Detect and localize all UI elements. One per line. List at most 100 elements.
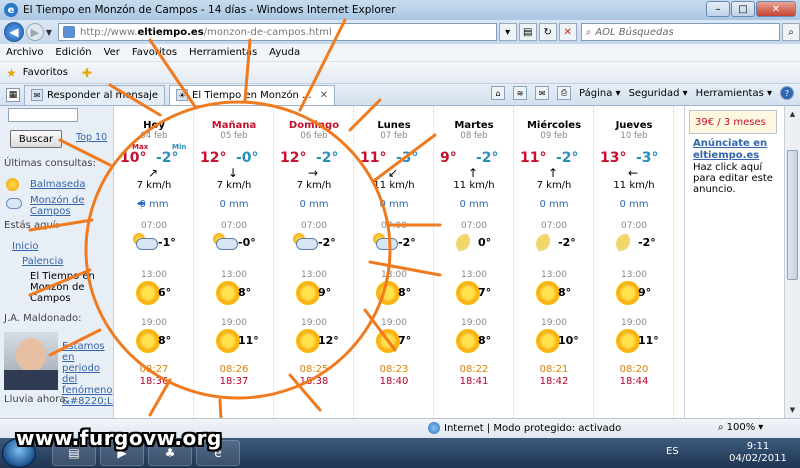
day-name[interactable]: Miércoles: [514, 120, 594, 131]
cloud-icon: [6, 198, 22, 209]
day-name[interactable]: Jueves: [594, 120, 674, 131]
rain-heading: Lluvia ahora:: [4, 394, 69, 405]
recent-monzon[interactable]: Monzón de Campos: [30, 195, 90, 217]
top10-link[interactable]: Top 10: [76, 132, 107, 143]
stop-icon[interactable]: ✕: [558, 23, 577, 41]
sunset-time: 18:38: [299, 376, 329, 387]
menu-archivo[interactable]: Archivo: [6, 47, 43, 58]
search-input[interactable]: ⌕ AOL Búsquedas: [580, 23, 781, 41]
menu-favoritos[interactable]: Favoritos: [132, 47, 177, 58]
clock[interactable]: 9:11 04/02/2011: [728, 441, 788, 465]
compat-view-icon[interactable]: ▤: [518, 23, 537, 41]
sunset-time: 18:44: [619, 376, 649, 387]
security-zone[interactable]: Internet | Modo protegido: activado: [428, 422, 621, 434]
sun-icon: [458, 283, 478, 303]
temp-midday: 9°: [318, 286, 332, 299]
page-menu[interactable]: Página ▾: [579, 88, 621, 99]
security-menu[interactable]: Seguridad ▾: [629, 88, 688, 99]
url-field[interactable]: http://www. eltiempo.es/monzon-de-campos.…: [58, 23, 497, 41]
temp-evening: 11°: [238, 334, 259, 347]
minimize-button[interactable]: –: [706, 1, 730, 17]
price-badge[interactable]: 39€ / 3 meses: [689, 110, 777, 134]
tools-menu[interactable]: Herramientas ▾: [696, 88, 772, 99]
menu-ayuda[interactable]: Ayuda: [269, 47, 300, 58]
close-button[interactable]: ✕: [756, 1, 796, 17]
time-morning: 07:00: [221, 221, 247, 231]
temp-midday: 7°: [478, 286, 492, 299]
sunset-time: 18:41: [459, 376, 489, 387]
add-favorite-icon[interactable]: ✚: [82, 66, 92, 80]
time-midday: 13:00: [301, 270, 327, 280]
sun-icon: [298, 283, 318, 303]
day-date: 10 feb: [620, 131, 648, 141]
day-name[interactable]: Domingo: [274, 120, 354, 131]
breadcrumb-inicio[interactable]: Inicio: [12, 241, 38, 252]
vertical-scrollbar[interactable]: ▲ ▼: [784, 106, 800, 418]
page-content: Buscar Top 10 Últimas consultas: Balmase…: [0, 106, 800, 418]
right-sidebar: 39€ / 3 meses Anúnciate en eltiempo.es H…: [684, 106, 784, 418]
home-icon[interactable]: ⌂: [491, 86, 506, 100]
tab-eltiempo[interactable]: ☀ El Tiempo en Monzón ... ✕: [169, 84, 336, 105]
menu-edicion[interactable]: Edición: [55, 47, 91, 58]
zoom-control[interactable]: ⌕ 100% ▾: [718, 422, 763, 433]
city-search-input[interactable]: [8, 108, 78, 122]
scroll-down-icon[interactable]: ▼: [787, 404, 798, 416]
sunset-time: 18:36: [139, 376, 169, 387]
time-evening: 19:00: [541, 318, 567, 328]
close-tab-icon[interactable]: ✕: [320, 90, 328, 101]
back-button[interactable]: ◀: [4, 22, 24, 42]
print-icon[interactable]: ⎙: [557, 86, 572, 100]
day-name[interactable]: Martes: [434, 120, 514, 131]
forecast-day: Domingo 06 feb 12° -2° → 7 km/h 0 mm 07:00 -2° 13…: [274, 106, 354, 418]
day-name[interactable]: Lunes: [354, 120, 434, 131]
wind-direction-icon: ↑: [548, 166, 559, 180]
forward-button[interactable]: ▶: [25, 23, 44, 41]
forecast-day: Hoy 04 feb Max Min 10° -2° ↗ 7 km/h ☂ 0 mm 07:00 -1…: [114, 106, 194, 418]
language-indicator[interactable]: ES: [666, 446, 679, 457]
temp-min: -2°: [556, 150, 579, 166]
mail-read-icon[interactable]: ✉: [535, 86, 550, 100]
favorites-button[interactable]: Favoritos: [23, 67, 68, 78]
menu-herramientas[interactable]: Herramientas: [189, 47, 257, 58]
sun-icon: [6, 178, 19, 191]
moon-icon: [616, 234, 636, 254]
buscar-button[interactable]: Buscar: [10, 130, 62, 148]
recent-balmaseda[interactable]: Balmaseda: [30, 179, 85, 190]
menu-ver[interactable]: Ver: [104, 47, 120, 58]
temp-morning: -0°: [238, 236, 256, 249]
sun-icon: [218, 331, 238, 351]
history-dropdown-icon[interactable]: ▼: [46, 28, 52, 37]
maximize-button[interactable]: □: [731, 1, 755, 17]
sunset-time: 18:37: [219, 376, 249, 387]
temp-evening: 8°: [158, 334, 172, 347]
scroll-up-icon[interactable]: ▲: [787, 108, 798, 120]
favicon-icon: [63, 26, 76, 38]
forecast-day: Jueves 10 feb 13° -3° ← 11 km/h 0 mm 07:00 -2° 13…: [594, 106, 674, 418]
breadcrumb-palencia[interactable]: Palencia: [22, 256, 63, 267]
sunrise-time: 08:25: [299, 364, 329, 375]
day-date: 04 feb: [140, 131, 168, 141]
feeds-icon[interactable]: ≋: [513, 86, 528, 100]
address-bar: ◀ ▶ ▼ http://www. eltiempo.es/monzon-de-c…: [0, 20, 800, 44]
search-go-icon[interactable]: ⌕: [782, 23, 800, 41]
wind-speed: 7 km/h: [216, 180, 252, 191]
forecast-day: Mañana 05 feb 12° -0° ↓ 7 km/h 0 mm 07:00 -0° 13:…: [194, 106, 274, 418]
rain-amount: 0 mm: [379, 199, 409, 210]
sun-icon: [218, 283, 238, 303]
wind-direction-icon: ↗: [148, 166, 159, 180]
here-heading: Estás aquí:: [4, 220, 59, 231]
favorites-star-icon[interactable]: ★: [6, 66, 17, 80]
search-icon: ⌕: [585, 26, 592, 38]
quick-tabs-icon[interactable]: ▦: [6, 87, 20, 102]
day-name[interactable]: Hoy: [114, 120, 194, 131]
day-name[interactable]: Mañana: [194, 120, 274, 131]
ad-link[interactable]: Anúnciate en eltiempo.es: [693, 138, 781, 162]
help-icon[interactable]: ?: [780, 86, 794, 100]
temp-morning: 0°: [478, 236, 492, 249]
tab-responder[interactable]: ✉ Responder al mensaje: [24, 84, 166, 105]
url-dropdown-icon[interactable]: ▾: [498, 23, 517, 41]
forecast-day: Martes 08 feb 9° -2° ↑ 11 km/h 0 mm 07:00 0° 13:0…: [434, 106, 514, 418]
rain-amount: 0 mm: [299, 199, 329, 210]
refresh-icon[interactable]: ↻: [538, 23, 557, 41]
scroll-thumb[interactable]: [787, 150, 798, 280]
